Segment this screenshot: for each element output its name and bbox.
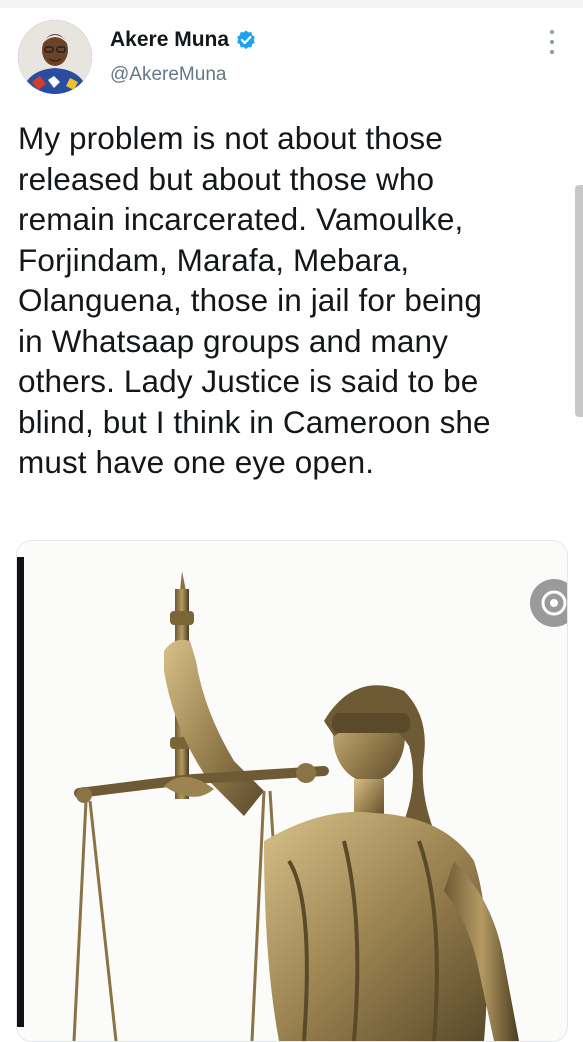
tweet-media[interactable] xyxy=(16,540,568,1042)
person-portrait-icon xyxy=(18,20,92,94)
more-options-icon[interactable] xyxy=(548,30,556,54)
dot xyxy=(550,50,554,54)
lady-justice-statue-image xyxy=(24,541,567,1041)
author-avatar[interactable] xyxy=(18,20,92,94)
media-edge xyxy=(17,557,24,1027)
author-display-name[interactable]: Akere Muna xyxy=(110,28,229,52)
dot xyxy=(550,30,554,34)
author-handle[interactable]: @AkereMuna xyxy=(110,64,226,86)
tweet-text: My problem is not about those released b… xyxy=(18,120,491,480)
scrollbar[interactable] xyxy=(575,185,583,417)
author-name-row[interactable]: Akere Muna xyxy=(110,28,257,52)
lens-icon xyxy=(541,590,567,616)
dot xyxy=(550,40,554,44)
verified-badge-icon xyxy=(237,30,255,50)
status-strip xyxy=(0,0,583,8)
